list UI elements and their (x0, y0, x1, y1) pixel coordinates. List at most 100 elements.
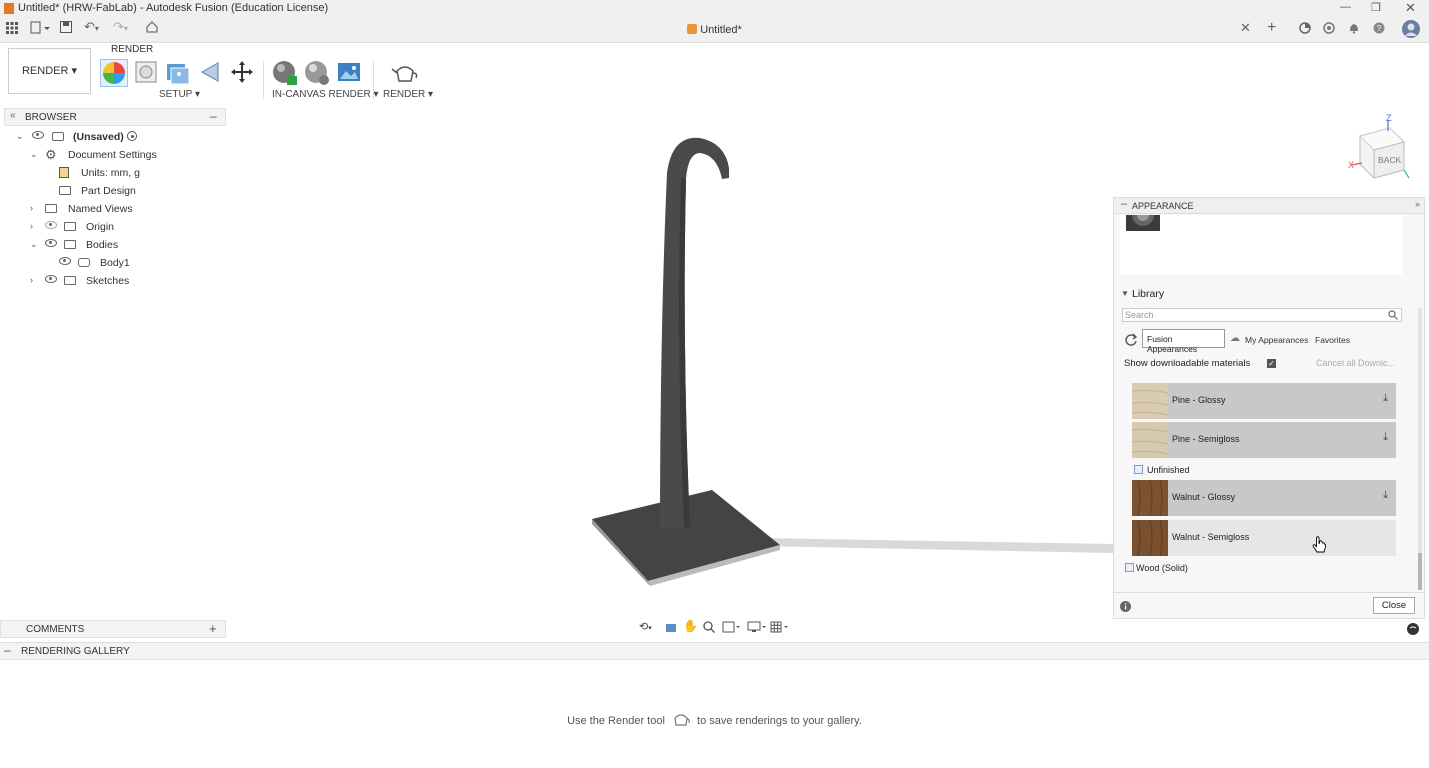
tree-item-unsaved[interactable]: ⌄ (Unsaved) (0, 128, 226, 146)
material-walnut-semigloss[interactable]: Walnut - Semigloss (1132, 520, 1396, 556)
pine-swatch-icon (1132, 383, 1168, 419)
chat-support-icon[interactable] (1407, 623, 1419, 635)
visibility-eye-icon[interactable] (45, 275, 57, 283)
tab-untitled[interactable]: Untitled* (0, 24, 1429, 36)
move-arrows-icon (231, 61, 253, 83)
tree-item-units[interactable]: Units: mm, g (0, 164, 226, 182)
expand-dialog-icon[interactable]: » (1415, 199, 1420, 209)
viewcube[interactable]: Z X BACK (1348, 113, 1410, 184)
visibility-eye-icon[interactable] (59, 257, 71, 265)
help-icon[interactable]: ? (1373, 22, 1385, 37)
material-pine-semigloss[interactable]: Pine - Semigloss ⤓ (1132, 422, 1396, 458)
notifications-icon[interactable] (1348, 22, 1360, 37)
chevron-down-icon[interactable]: ⌄ (30, 149, 38, 160)
visibility-eye-icon[interactable] (45, 239, 57, 247)
tree-item-part-design[interactable]: Part Design (0, 182, 226, 200)
in-canvas-settings-button[interactable] (303, 59, 329, 85)
show-downloadable-checkbox[interactable]: ✓ (1267, 359, 1276, 368)
render-dropdown[interactable]: RENDER ▾ (383, 89, 433, 100)
texture-map-button[interactable] (165, 59, 191, 85)
gallery-hint-end: to save renderings to your gallery. (697, 715, 862, 727)
browser-panel-header[interactable]: « BROWSER – (4, 108, 226, 126)
material-pine-glossy[interactable]: Pine - Glossy ⤓ (1132, 383, 1396, 419)
tab-favorites[interactable]: Favorites (1315, 335, 1350, 345)
minimize-panel-icon[interactable]: – (210, 109, 217, 123)
download-icon[interactable]: ⤓ (1383, 431, 1388, 444)
collapse-gallery-icon[interactable]: – (4, 643, 11, 657)
chevron-down-icon[interactable]: ⌄ (16, 131, 24, 142)
fit-window-icon[interactable] (722, 621, 740, 633)
tree-item-sketches[interactable]: › Sketches (0, 272, 226, 290)
gallery-hint: Use the Render tool to save renderings t… (0, 711, 1429, 727)
material-walnut-glossy[interactable]: Walnut - Glossy ⤓ (1132, 480, 1396, 516)
display-settings-icon[interactable] (747, 621, 767, 633)
in-canvas-render-dropdown[interactable]: IN-CANVAS RENDER ▾ (272, 89, 379, 100)
chevron-down-icon[interactable]: ⌄ (30, 239, 38, 250)
zoom-icon[interactable] (703, 621, 715, 633)
job-status-icon[interactable] (1323, 22, 1335, 37)
appearance-swatch-icon[interactable] (1126, 215, 1160, 231)
tree-item-body1[interactable]: Body1 (0, 254, 226, 272)
restore-icon[interactable]: ❐ (1371, 1, 1381, 14)
workspace-switcher-button[interactable]: RENDER ▾ (8, 48, 91, 94)
tree-item-document-settings[interactable]: ⌄ ⚙ Document Settings (0, 146, 226, 164)
user-avatar[interactable] (1402, 20, 1420, 41)
collapse-panel-icon[interactable]: « (10, 110, 16, 121)
tree-item-bodies[interactable]: ⌄ Bodies (0, 236, 226, 254)
walnut-swatch-icon (1132, 480, 1168, 516)
orbit-icon[interactable]: ⟲▾ (639, 620, 652, 633)
look-at-icon[interactable] (665, 622, 677, 633)
close-window-icon[interactable]: ✕ (1405, 0, 1416, 16)
chevron-right-icon[interactable]: › (30, 203, 33, 213)
hidden-eye-icon[interactable] (45, 221, 57, 229)
visibility-eye-icon[interactable] (32, 131, 44, 139)
search-icon[interactable] (1388, 310, 1398, 320)
tab-fusion-appearances[interactable]: Fusion Appearances (1142, 329, 1225, 354)
capture-image-button[interactable] (336, 59, 362, 85)
library-scrollbar[interactable] (1418, 308, 1422, 590)
activate-radio-icon[interactable] (127, 131, 137, 141)
appearance-tool-button[interactable] (100, 59, 128, 87)
download-icon[interactable]: ⤓ (1383, 392, 1388, 405)
scene-settings-button[interactable] (133, 59, 159, 85)
library-collapse-icon[interactable]: ▼ (1121, 289, 1129, 298)
refresh-icon[interactable] (1124, 332, 1138, 346)
material-name: Walnut - Glossy (1172, 492, 1236, 502)
folder-name: Wood (Solid) (1136, 563, 1188, 573)
library-search-input[interactable]: Search (1122, 308, 1402, 322)
setup-dropdown[interactable]: SETUP ▾ (159, 89, 200, 100)
move-button[interactable] (229, 59, 255, 85)
texture-map-icon (167, 64, 190, 85)
cancel-downloads-button[interactable]: Cancel all Downlc... (1316, 358, 1395, 368)
ribbon-toolbar: RENDER ▾ RENDER SETUP ▾ IN-CANVAS RENDER… (0, 43, 1429, 103)
tree-item-named-views[interactable]: › Named Views (0, 200, 226, 218)
teapot-icon (674, 714, 690, 726)
download-icon[interactable]: ⤓ (1383, 489, 1388, 502)
rendering-gallery-header[interactable]: – RENDERING GALLERY (0, 642, 1429, 660)
render-tab-label[interactable]: RENDER (111, 44, 153, 55)
close-button[interactable]: Close (1373, 597, 1415, 614)
folder-unfinished[interactable]: Unfinished (1132, 462, 1396, 478)
browser-title: BROWSER (25, 112, 77, 123)
grid-settings-icon[interactable] (770, 621, 790, 633)
fusion-app-icon (4, 3, 14, 14)
scrollbar-thumb[interactable] (1418, 553, 1422, 590)
minimize-icon[interactable]: — (1340, 1, 1351, 13)
tree-item-origin[interactable]: › Origin (0, 218, 226, 236)
add-comment-icon[interactable]: + (209, 621, 217, 636)
close-tab-icon[interactable]: ✕ (1240, 20, 1251, 36)
collapse-dialog-icon[interactable]: – (1121, 198, 1127, 210)
new-tab-icon[interactable]: + (1267, 19, 1276, 37)
info-icon[interactable] (1120, 601, 1131, 612)
chevron-right-icon[interactable]: › (30, 221, 33, 231)
tab-my-appearances[interactable]: My Appearances (1245, 335, 1308, 345)
pan-hand-icon[interactable]: ✋ (683, 619, 698, 633)
extensions-icon[interactable] (1299, 22, 1311, 37)
in-canvas-render-button[interactable] (271, 59, 297, 85)
comments-panel-header[interactable]: COMMENTS + (0, 620, 226, 638)
decal-button[interactable] (198, 59, 224, 85)
render-button[interactable] (391, 61, 418, 87)
chevron-right-icon[interactable]: › (30, 275, 33, 285)
appearance-header[interactable]: – APPEARANCE » (1114, 198, 1424, 214)
folder-wood-solid[interactable]: Wood (Solid) (1122, 560, 1402, 576)
